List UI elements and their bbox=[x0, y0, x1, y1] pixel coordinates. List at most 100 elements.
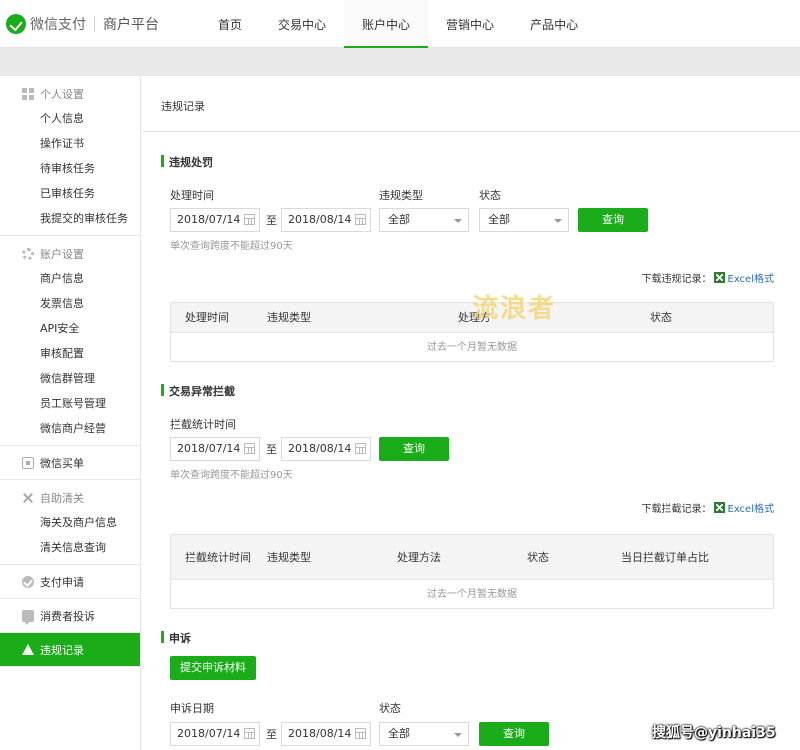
status-label: 状态 bbox=[479, 189, 501, 202]
nav-transactions[interactable]: 交易中心 bbox=[260, 0, 344, 48]
query-range-hint: 单次查询跨度不能超过90天 bbox=[170, 470, 293, 481]
column-header: 处理时间 bbox=[185, 311, 229, 324]
penalty-start-date-input[interactable]: 2018/07/14 bbox=[170, 208, 260, 232]
source-watermark: 搜狐号@yinhai35 bbox=[652, 725, 776, 741]
sidebar-item-merchant-info[interactable]: 商户信息 bbox=[0, 266, 140, 291]
sidebar-item-customs-query[interactable]: 清关信息查询 bbox=[0, 535, 140, 560]
sidebar-item-invoice-info[interactable]: 发票信息 bbox=[0, 291, 140, 316]
intercept-table: 拦截统计时间 违规类型 处理方法 状态 当日拦截订单占比 过去一个月暂无数据 bbox=[170, 534, 774, 609]
date-range-separator: 至 bbox=[266, 443, 277, 456]
sidebar-item-group-management[interactable]: 微信群管理 bbox=[0, 366, 140, 391]
appeal-date-label: 申诉日期 bbox=[170, 702, 214, 715]
excel-download-link[interactable]: Excel格式 bbox=[728, 270, 775, 285]
sidebar-group-title: 账户设置 bbox=[0, 242, 140, 266]
brand-divider bbox=[94, 16, 95, 32]
excel-download-link[interactable]: Excel格式 bbox=[728, 500, 775, 515]
qrcode-icon bbox=[22, 456, 34, 469]
penalty-end-date-input[interactable]: 2018/08/14 bbox=[281, 208, 371, 232]
date-range-separator: 至 bbox=[266, 214, 277, 227]
calendar-icon[interactable] bbox=[355, 214, 366, 225]
intercept-end-date-input[interactable]: 2018/08/14 bbox=[281, 437, 371, 461]
top-nav: 首页 交易中心 账户中心 营销中心 产品中心 bbox=[200, 0, 596, 49]
intercept-time-label: 拦截统计时间 bbox=[170, 418, 236, 431]
wechat-pay-logo[interactable]: 微信支付 商户平台 bbox=[6, 14, 159, 34]
gear-icon bbox=[22, 248, 34, 260]
sidebar-item-personal-info[interactable]: 个人信息 bbox=[0, 106, 140, 131]
top-header: 微信支付 商户平台 首页 交易中心 账户中心 营销中心 产品中心 bbox=[0, 0, 800, 49]
download-label: 下载违规记录： bbox=[641, 274, 712, 285]
main-content: 违规记录 违规处罚 处理时间 2018/07/14 至 2018/08/14 违… bbox=[142, 76, 800, 750]
calendar-icon[interactable] bbox=[355, 443, 366, 454]
sidebar-item-pending-tasks[interactable]: 待审核任务 bbox=[0, 156, 140, 181]
submit-appeal-button[interactable]: 提交申诉材料 bbox=[170, 656, 256, 680]
empty-table-message: 过去一个月暂无数据 bbox=[171, 332, 773, 361]
calendar-icon[interactable] bbox=[355, 728, 366, 739]
sidebar-item-merchant-operation[interactable]: 微信商户经营 bbox=[0, 416, 140, 441]
sidebar: 个人设置 个人信息 操作证书 待审核任务 已审核任务 我提交的审核任务 账户设置… bbox=[0, 76, 141, 750]
column-header: 当日拦截订单占比 bbox=[621, 550, 709, 564]
sidebar-item-payment-application[interactable]: 支付申请 bbox=[0, 565, 140, 599]
header-band bbox=[0, 48, 800, 76]
section-title-penalty: 违规处罚 bbox=[161, 154, 213, 170]
chat-icon bbox=[22, 609, 34, 625]
sidebar-item-certificate[interactable]: 操作证书 bbox=[0, 131, 140, 156]
brand-name: 微信支付 bbox=[30, 17, 86, 33]
intercept-download-row: 下载拦截记录： Excel格式 bbox=[641, 500, 775, 515]
column-header: 违规类型 bbox=[267, 311, 311, 324]
nav-marketing[interactable]: 营销中心 bbox=[428, 0, 512, 48]
nav-products[interactable]: 产品中心 bbox=[512, 0, 596, 48]
page-title: 违规记录 bbox=[161, 100, 205, 113]
sidebar-group-personal: 个人设置 个人信息 操作证书 待审核任务 已审核任务 我提交的审核任务 bbox=[0, 76, 140, 236]
sidebar-item-wechat-maidan[interactable]: 微信买单 bbox=[0, 446, 140, 480]
excel-icon bbox=[713, 502, 725, 513]
sidebar-group-customs: 自助清关 海关及商户信息 清关信息查询 bbox=[0, 480, 140, 565]
title-divider bbox=[142, 131, 800, 132]
nav-home[interactable]: 首页 bbox=[200, 0, 260, 48]
download-label: 下载拦截记录： bbox=[641, 504, 712, 515]
sidebar-item-reviewed-tasks[interactable]: 已审核任务 bbox=[0, 181, 140, 206]
sidebar-item-consumer-complaints[interactable]: 消费者投诉 bbox=[0, 599, 140, 633]
intercept-query-button[interactable]: 查询 bbox=[379, 437, 449, 461]
violation-type-label: 违规类型 bbox=[379, 189, 423, 202]
sidebar-item-my-submitted-tasks[interactable]: 我提交的审核任务 bbox=[0, 206, 140, 231]
appeal-end-date-input[interactable]: 2018/08/14 bbox=[281, 722, 371, 746]
status-label: 状态 bbox=[379, 702, 401, 715]
brand-subtitle: 商户平台 bbox=[103, 17, 159, 33]
sidebar-group-title: 自助清关 bbox=[0, 486, 140, 510]
warning-icon bbox=[22, 643, 34, 656]
violation-type-select[interactable]: 全部 bbox=[379, 208, 469, 232]
date-range-separator: 至 bbox=[266, 728, 277, 741]
nav-account-center[interactable]: 账户中心 bbox=[344, 0, 429, 49]
penalty-status-select[interactable]: 全部 bbox=[479, 208, 569, 232]
calendar-icon[interactable] bbox=[244, 728, 255, 739]
section-title-intercept: 交易异常拦截 bbox=[161, 383, 235, 399]
sidebar-item-staff-accounts[interactable]: 员工账号管理 bbox=[0, 391, 140, 416]
table-header: 拦截统计时间 违规类型 处理方法 状态 当日拦截订单占比 bbox=[171, 535, 773, 579]
calendar-icon[interactable] bbox=[244, 443, 255, 454]
column-header: 状态 bbox=[650, 311, 672, 324]
check-circle-icon bbox=[22, 575, 34, 588]
sidebar-item-review-config[interactable]: 审核配置 bbox=[0, 341, 140, 366]
grid-icon bbox=[22, 88, 34, 100]
sidebar-item-api-security[interactable]: API安全 bbox=[0, 316, 140, 341]
column-header: 处理方法 bbox=[397, 550, 441, 564]
wechat-pay-icon bbox=[6, 14, 26, 34]
process-time-label: 处理时间 bbox=[170, 189, 214, 202]
column-header: 状态 bbox=[527, 550, 549, 564]
sidebar-item-violation-records[interactable]: 违规记录 bbox=[0, 633, 140, 667]
appeal-query-button[interactable]: 查询 bbox=[479, 722, 549, 746]
appeal-start-date-input[interactable]: 2018/07/14 bbox=[170, 722, 260, 746]
sidebar-item-customs-merchant-info[interactable]: 海关及商户信息 bbox=[0, 510, 140, 535]
appeal-status-select[interactable]: 全部 bbox=[379, 722, 469, 746]
chevron-down-icon bbox=[454, 219, 462, 223]
sidebar-group-title: 个人设置 bbox=[0, 82, 140, 106]
intercept-start-date-input[interactable]: 2018/07/14 bbox=[170, 437, 260, 461]
watermark: 流浪者 bbox=[472, 294, 557, 324]
penalty-query-button[interactable]: 查询 bbox=[578, 208, 648, 232]
query-range-hint: 单次查询跨度不能超过90天 bbox=[170, 241, 293, 252]
section-title-appeal: 申诉 bbox=[161, 630, 191, 646]
calendar-icon[interactable] bbox=[244, 214, 255, 225]
tools-icon bbox=[22, 492, 34, 504]
column-header: 拦截统计时间 bbox=[185, 550, 251, 564]
empty-table-message: 过去一个月暂无数据 bbox=[171, 579, 773, 608]
